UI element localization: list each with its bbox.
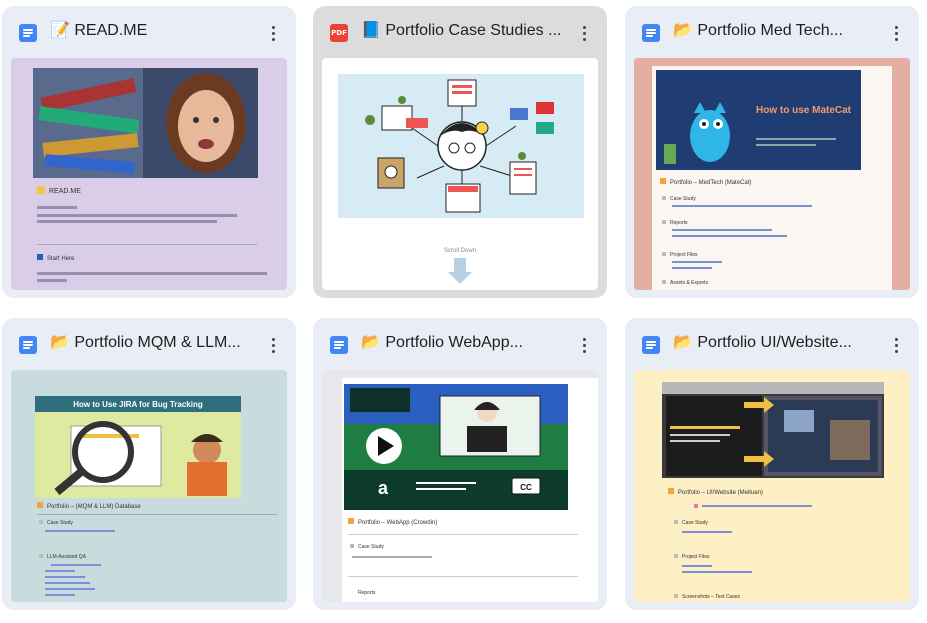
thumbnail-preview: How to use MateCat Portfolio – MedTech (… xyxy=(652,66,892,290)
thumb-item: LLM-Assisted QA xyxy=(47,554,87,560)
thumb-heading: Portfolio – UI/Website (Meituan) xyxy=(678,490,763,496)
thumb-item: Reports xyxy=(670,220,688,226)
file-card-case-studies[interactable]: PDF 📘 Portfolio Case Studies ... Scroll … xyxy=(313,6,607,298)
cc-label: CC xyxy=(520,483,532,492)
thumb-heading: Portfolio – WebApp (Crowdin) xyxy=(358,520,437,526)
document-thumbnail[interactable]: How to use MateCat Portfolio – MedTech (… xyxy=(634,58,910,290)
more-options-icon[interactable] xyxy=(575,336,593,354)
thumb-heading: Portfolio – MedTech (MateCat) xyxy=(670,180,751,186)
thumb-item: Project Files xyxy=(670,252,698,258)
thumb-heading: READ.ME xyxy=(49,188,81,195)
pdf-icon: PDF xyxy=(330,24,348,42)
card-header: 📂 Portfolio WebApp... xyxy=(313,318,607,370)
file-card-readme[interactable]: 📝 READ.ME READ.ME Start Here xyxy=(2,6,296,298)
file-card-mqm-llm[interactable]: 📂 Portfolio MQM & LLM... How to Use JIRA… xyxy=(2,318,296,610)
card-title[interactable]: 📂 Portfolio Med Tech... xyxy=(673,20,883,42)
thumb-item: Case Study xyxy=(670,196,696,202)
card-title[interactable]: 📂 Portfolio WebApp... xyxy=(361,332,571,354)
thumb-item: Assets & Exports xyxy=(670,280,709,286)
thumb-item: Project Files xyxy=(682,554,710,560)
document-thumbnail[interactable]: How to Use JIRA for Bug Tracking Portfol… xyxy=(11,370,287,602)
thumbnail-preview: How to Use JIRA for Bug Tracking Portfol… xyxy=(35,396,277,596)
thumb-caption: Scroll Down xyxy=(444,248,476,254)
thumb-item: Case Study xyxy=(682,520,708,526)
google-docs-icon xyxy=(330,336,348,354)
file-card-med-tech[interactable]: 📂 Portfolio Med Tech... How to use MateC… xyxy=(625,6,919,298)
card-header: 📝 READ.ME xyxy=(2,6,296,58)
thumb-section: Start Here xyxy=(47,256,75,262)
document-thumbnail[interactable]: READ.ME Start Here xyxy=(11,58,287,290)
more-options-icon[interactable] xyxy=(264,24,282,42)
thumb-banner-title: How to Use JIRA for Bug Tracking xyxy=(73,400,203,409)
thumb-item: Screenshots – Test Cases xyxy=(682,594,740,600)
card-header: PDF 📘 Portfolio Case Studies ... xyxy=(313,6,607,58)
more-options-icon[interactable] xyxy=(887,24,905,42)
more-options-icon[interactable] xyxy=(575,24,593,42)
thumb-item: Case Study xyxy=(47,520,73,526)
thumb-item: Case Study xyxy=(358,544,384,550)
card-title[interactable]: 📂 Portfolio MQM & LLM... xyxy=(50,332,260,354)
thumbnail-preview: READ.ME Start Here xyxy=(33,68,267,282)
thumb-banner-title: How to use MateCat xyxy=(756,105,852,116)
google-docs-icon xyxy=(642,24,660,42)
more-options-icon[interactable] xyxy=(264,336,282,354)
card-header: 📂 Portfolio MQM & LLM... xyxy=(2,318,296,370)
thumb-heading: Portfolio – (MQM & LLM) Database xyxy=(47,504,141,510)
thumbnail-preview: a CC Portfolio – WebApp (Crowdin) Case S… xyxy=(342,378,598,602)
card-title[interactable]: 📂 Portfolio UI/Website... xyxy=(673,332,883,354)
card-title[interactable]: 📝 READ.ME xyxy=(50,20,260,42)
document-thumbnail[interactable]: Scroll Down xyxy=(322,58,598,290)
thumbnail-preview: Portfolio – UI/Website (Meituan) Case St… xyxy=(662,382,884,600)
document-thumbnail[interactable]: Portfolio – UI/Website (Meituan) Case St… xyxy=(634,370,910,602)
file-card-webapp[interactable]: 📂 Portfolio WebApp... a CC Portfolio – W… xyxy=(313,318,607,610)
card-header: 📂 Portfolio UI/Website... xyxy=(625,318,919,370)
google-docs-icon xyxy=(19,336,37,354)
card-title[interactable]: 📘 Portfolio Case Studies ... xyxy=(361,20,571,42)
more-options-icon[interactable] xyxy=(887,336,905,354)
google-docs-icon xyxy=(19,24,37,42)
google-docs-icon xyxy=(642,336,660,354)
thumbnail-preview: Scroll Down xyxy=(338,74,584,284)
svg-text:a: a xyxy=(378,478,389,498)
thumb-item: Reports xyxy=(358,590,376,596)
document-thumbnail[interactable]: a CC Portfolio – WebApp (Crowdin) Case S… xyxy=(322,370,598,602)
file-card-ui-website[interactable]: 📂 Portfolio UI/Website... Portfolio – UI… xyxy=(625,318,919,610)
card-header: 📂 Portfolio Med Tech... xyxy=(625,6,919,58)
